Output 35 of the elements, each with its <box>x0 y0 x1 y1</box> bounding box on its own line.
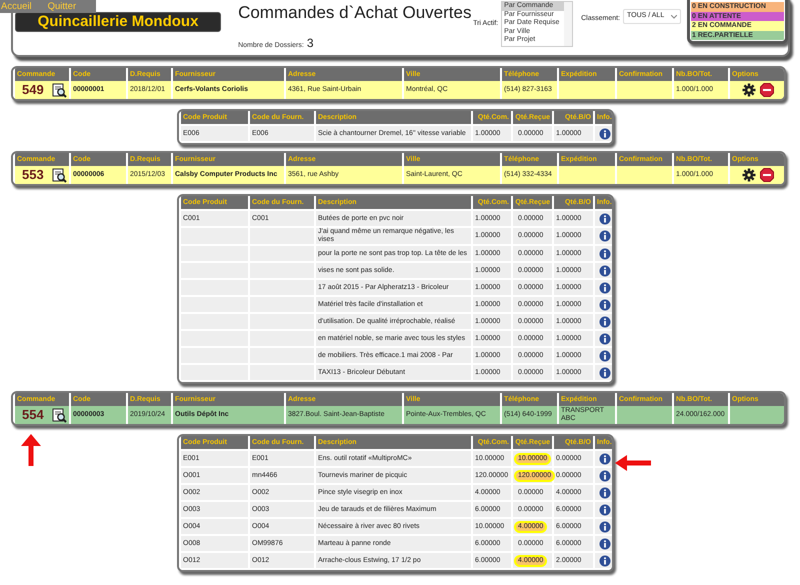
info-icon[interactable] <box>599 504 611 516</box>
info-icon[interactable] <box>599 520 611 532</box>
info-icon[interactable] <box>599 212 611 224</box>
logo: Quincaillerie Mondoux <box>15 12 221 32</box>
info-icon[interactable] <box>599 554 611 566</box>
info-icon[interactable] <box>599 366 611 378</box>
order-number[interactable]: 553 <box>22 168 44 182</box>
dossiers-count: 3 <box>306 35 314 52</box>
annotation-arrow <box>615 455 651 471</box>
order-number[interactable]: 554 <box>22 408 44 422</box>
magnifier-icon[interactable] <box>52 168 67 182</box>
stop-icon[interactable] <box>760 168 774 182</box>
gear-icon[interactable] <box>742 83 756 97</box>
gear-icon[interactable] <box>742 168 756 182</box>
page-title: Commandes d`Achat Ouvertes <box>238 3 472 23</box>
info-icon[interactable] <box>599 316 611 328</box>
info-icon[interactable] <box>599 350 611 362</box>
magnifier-icon[interactable] <box>52 408 67 422</box>
info-icon[interactable] <box>599 298 611 310</box>
magnifier-icon[interactable] <box>52 82 67 98</box>
info-icon[interactable] <box>599 452 611 464</box>
info-icon[interactable] <box>599 264 611 276</box>
info-icon[interactable] <box>599 128 611 140</box>
scrollbar[interactable] <box>564 2 572 46</box>
info-icon[interactable] <box>599 538 611 550</box>
stop-icon[interactable] <box>760 83 774 97</box>
info-icon[interactable] <box>599 282 611 294</box>
info-icon[interactable] <box>599 248 611 260</box>
annotation-arrow <box>21 434 41 466</box>
info-icon[interactable] <box>599 230 611 242</box>
info-icon[interactable] <box>599 486 611 498</box>
info-icon[interactable] <box>599 470 611 482</box>
info-icon[interactable] <box>599 332 611 344</box>
order-number[interactable]: 549 <box>22 83 44 97</box>
caret-icon <box>671 14 677 18</box>
